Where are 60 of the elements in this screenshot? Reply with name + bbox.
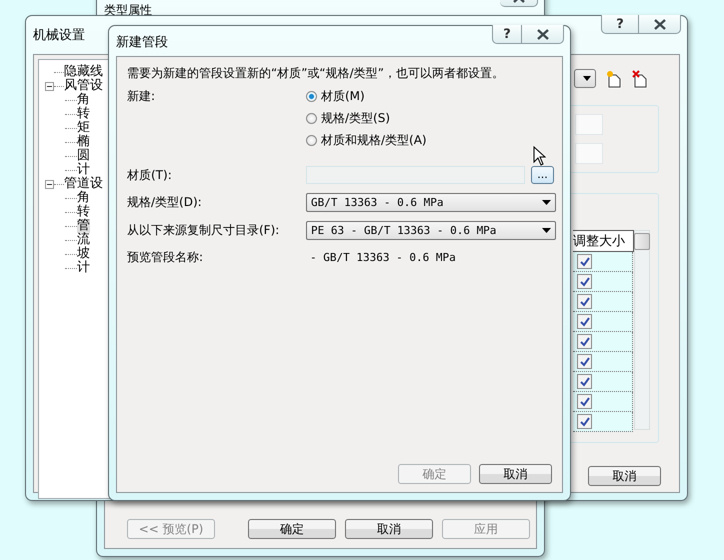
spec-dropdown[interactable]: GB/T 13363 - 0.6 MPa: [306, 193, 556, 212]
close-icon[interactable]: [536, 28, 550, 40]
cancel-button[interactable]: 取消: [588, 466, 661, 486]
help-button[interactable]: ?: [601, 15, 639, 34]
type-dropdown[interactable]: [574, 69, 596, 88]
scrollbar[interactable]: [634, 230, 650, 430]
dialog-title: 新建管段: [116, 34, 168, 51]
instruction-text: 需要为新建的管段设置新的“材质”或“规格/类型”，也可以两者都设置。: [127, 65, 505, 82]
tree-item[interactable]: 管道设: [64, 177, 103, 191]
tree-item[interactable]: 流: [77, 233, 90, 247]
tree-item[interactable]: 圆: [77, 149, 90, 163]
checkbox[interactable]: [577, 414, 592, 429]
tree-item[interactable]: 矩: [77, 121, 90, 135]
tree-item[interactable]: 计: [77, 163, 90, 177]
radio-option[interactable]: 材质和规格/类型(A): [306, 132, 556, 149]
cursor-icon: [533, 146, 546, 166]
checkbox[interactable]: [577, 294, 592, 309]
tree-item[interactable]: 风管设: [64, 79, 103, 93]
field-label: 从以下来源复制尺寸目录(F):: [127, 222, 280, 239]
tree-item[interactable]: 角: [77, 93, 90, 107]
field-label: 规格/类型(D):: [127, 194, 203, 211]
radio-option[interactable]: 材质(M): [306, 88, 556, 105]
field-label: 预览管段名称:: [127, 249, 204, 266]
text-field[interactable]: [575, 143, 603, 164]
help-button[interactable]: ?: [492, 25, 522, 44]
tree-item[interactable]: 椭: [77, 135, 90, 149]
caret-icon: [583, 76, 591, 81]
window-title: 类型属性: [104, 2, 152, 19]
ok-button[interactable]: 确定: [248, 519, 336, 539]
checkbox[interactable]: [577, 334, 592, 349]
caret-icon: [542, 200, 551, 205]
checkbox[interactable]: [577, 374, 592, 389]
checkbox[interactable]: [577, 394, 592, 409]
preview-name: - GB/T 13363 - 0.6 MPa: [309, 251, 457, 264]
tree-item[interactable]: 转: [77, 107, 90, 121]
window-title: 机械设置: [33, 27, 85, 44]
caret-icon: [542, 228, 551, 233]
cancel-button[interactable]: 取消: [345, 519, 433, 539]
tree-item[interactable]: 坡: [77, 247, 90, 261]
field-label: 材质(T):: [127, 166, 173, 184]
checkbox[interactable]: [577, 354, 592, 369]
tree-item[interactable]: 计: [77, 261, 90, 275]
collapse-icon[interactable]: [45, 82, 54, 90]
field-label: 新建:: [127, 88, 156, 105]
tree-item[interactable]: 转: [77, 205, 90, 219]
tree-item[interactable]: 角: [77, 191, 90, 205]
radio-option[interactable]: 规格/类型(S): [306, 110, 556, 127]
tree-item[interactable]: 隐藏线: [64, 65, 103, 79]
checkbox[interactable]: [577, 254, 592, 269]
delete-document-icon[interactable]: [632, 70, 648, 88]
checkbox[interactable]: [577, 274, 592, 289]
close-icon[interactable]: [652, 18, 666, 30]
new-document-icon[interactable]: [606, 70, 622, 88]
text-field[interactable]: [575, 114, 603, 135]
cancel-button[interactable]: 取消: [479, 464, 552, 484]
collapse-icon[interactable]: [45, 180, 54, 188]
source-dropdown[interactable]: PE 63 - GB/T 13363 - 0.6 MPa: [306, 221, 556, 240]
checkbox[interactable]: [577, 314, 592, 329]
column-header: 调整大小: [573, 230, 634, 252]
tree-item[interactable]: 管: [77, 219, 90, 233]
